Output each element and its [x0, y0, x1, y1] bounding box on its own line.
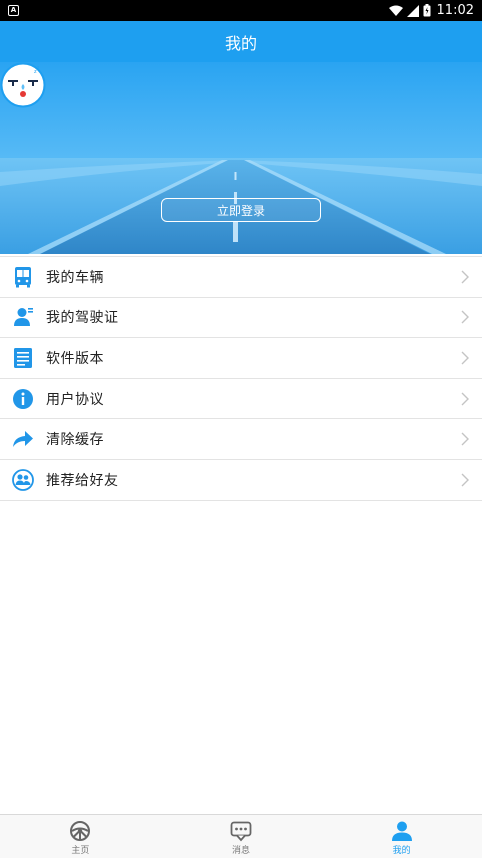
share-arrow-icon	[13, 431, 33, 448]
chevron-right-icon	[461, 392, 469, 406]
menu-item-clear-cache[interactable]: 清除缓存	[0, 419, 482, 460]
document-icon	[14, 347, 32, 368]
login-button[interactable]: 立即登录	[161, 198, 321, 222]
avatar[interactable]: z z	[0, 62, 46, 108]
status-bar: A 11:02	[0, 0, 482, 21]
chevron-right-icon	[461, 473, 469, 487]
status-icons: 11:02	[388, 0, 474, 21]
nav-item-home[interactable]: 主页	[0, 815, 161, 858]
info-icon	[13, 388, 33, 409]
road-background-image	[0, 62, 482, 254]
nav-label: 主页	[71, 845, 90, 856]
user-license-icon	[14, 308, 33, 327]
svg-text:z: z	[37, 65, 39, 70]
message-icon	[230, 821, 252, 841]
chevron-right-icon	[461, 432, 469, 446]
person-icon	[391, 821, 412, 841]
profile-header: z z 立即登录	[0, 62, 482, 254]
menu-item-label: 我的驾驶证	[46, 310, 119, 327]
menu-item-software-version[interactable]: 软件版本	[0, 338, 482, 379]
app-notification-icon: A	[8, 5, 19, 16]
menu-item-user-agreement[interactable]: 用户协议	[0, 378, 482, 420]
nav-item-mine[interactable]: 我的	[321, 815, 482, 858]
app-screen: A 11:02 我的 z z 立即登录 我的车辆 我的驾驶证 软件版本 用户协议…	[0, 0, 482, 858]
page-title: 我的	[224, 33, 257, 53]
menu-item-label: 推荐给好友	[46, 472, 119, 489]
bus-icon	[15, 266, 31, 288]
menu-item-my-vehicles[interactable]: 我的车辆	[0, 257, 482, 298]
friends-icon	[12, 468, 34, 491]
nav-label: 消息	[232, 845, 251, 856]
menu-item-label: 用户协议	[46, 391, 104, 408]
wifi-icon	[388, 5, 403, 16]
title-bar: 我的	[0, 21, 482, 62]
menu-list: 我的车辆 我的驾驶证 软件版本 用户协议 清除缓存 推荐给好友	[0, 256, 482, 501]
signal-icon	[406, 4, 419, 17]
bottom-navigation: 主页 消息 我的	[0, 814, 482, 858]
menu-item-label: 软件版本	[46, 350, 104, 367]
battery-icon	[423, 4, 431, 17]
menu-item-label: 我的车辆	[46, 269, 104, 286]
menu-item-recommend-friends[interactable]: 推荐给好友	[0, 459, 482, 501]
chevron-right-icon	[461, 310, 469, 324]
status-time: 11:02	[436, 3, 474, 18]
chevron-right-icon	[461, 351, 469, 365]
steering-wheel-icon	[70, 820, 91, 841]
chevron-right-icon	[461, 270, 469, 284]
menu-item-label: 清除缓存	[46, 432, 104, 449]
nav-label: 我的	[392, 845, 411, 856]
menu-item-my-license[interactable]: 我的驾驶证	[0, 297, 482, 339]
nav-item-messages[interactable]: 消息	[161, 815, 322, 858]
